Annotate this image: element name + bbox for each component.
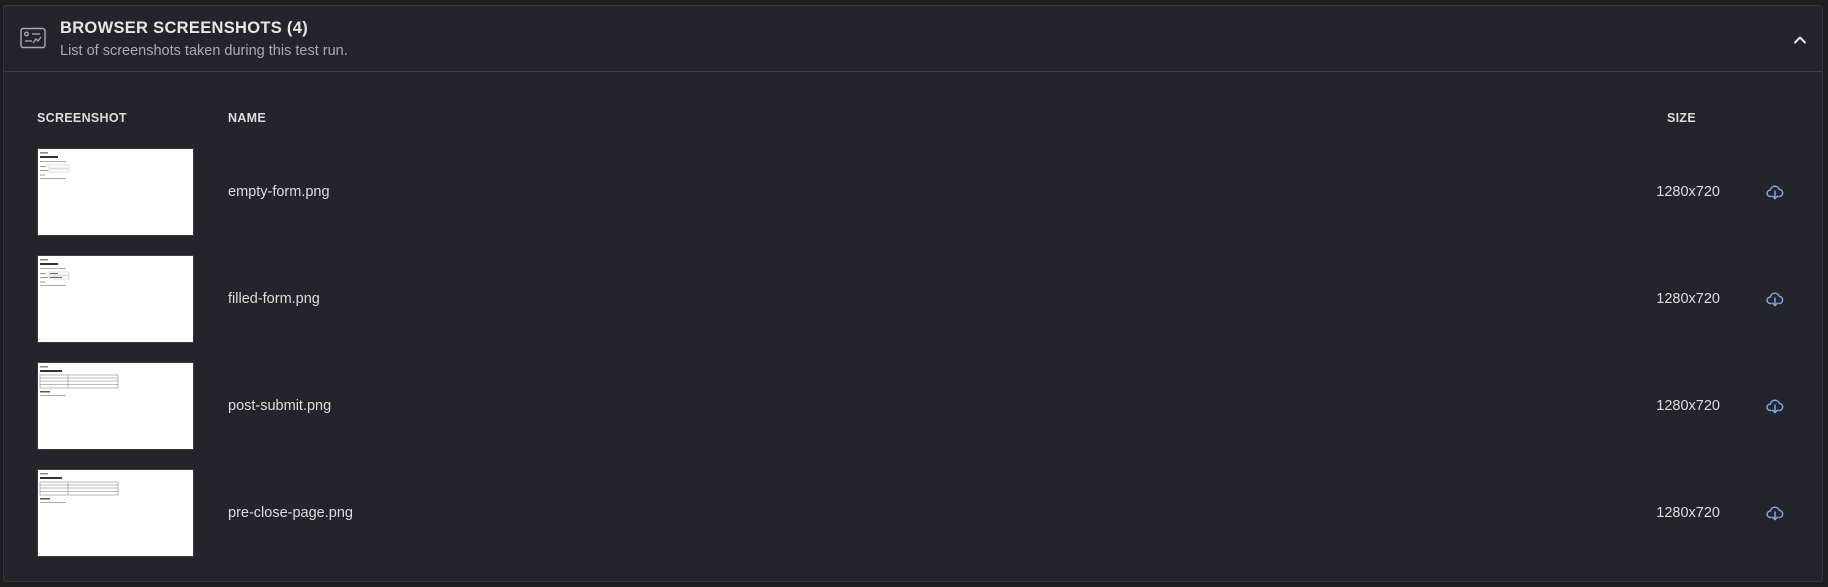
table-row: filled-form.png 1280x720 xyxy=(4,255,1822,347)
screenshot-thumbnail[interactable] xyxy=(37,148,194,236)
screenshot-name-link[interactable]: filled-form.png xyxy=(228,291,320,307)
download-button[interactable] xyxy=(1764,396,1786,416)
form-page-thumbnail xyxy=(40,259,70,286)
table-page-thumbnail xyxy=(39,366,119,396)
panel-title: BROWSER SCREENSHOTS (4) xyxy=(60,19,309,37)
screenshot-name-link[interactable]: pre-close-page.png xyxy=(228,505,353,521)
screenshot-size: 1280x720 xyxy=(1656,184,1720,200)
browser-screenshots-panel: BROWSER SCREENSHOTS (4) List of screensh… xyxy=(3,5,1823,582)
screenshot-thumbnail[interactable] xyxy=(37,469,194,557)
column-header-size: SIZE xyxy=(1667,111,1696,125)
cloud-download-icon xyxy=(1766,292,1784,307)
screenshot-size: 1280x720 xyxy=(1656,291,1720,307)
cloud-download-icon xyxy=(1766,506,1784,521)
screenshot-name-link[interactable]: post-submit.png xyxy=(228,398,331,414)
screenshot-thumbnail[interactable] xyxy=(37,362,194,450)
cloud-download-icon xyxy=(1766,399,1784,414)
download-button[interactable] xyxy=(1764,182,1786,202)
table-row: post-submit.png 1280x720 xyxy=(4,362,1822,454)
panel-header[interactable]: BROWSER SCREENSHOTS (4) List of screensh… xyxy=(4,6,1822,72)
download-button[interactable] xyxy=(1764,289,1786,309)
cloud-download-icon xyxy=(1766,185,1784,200)
table-row: pre-close-page.png 1280x720 xyxy=(4,469,1822,561)
chevron-up-icon xyxy=(1794,36,1806,44)
column-header-screenshot: SCREENSHOT xyxy=(37,111,127,125)
column-header-name: NAME xyxy=(228,111,267,125)
screenshot-name-link[interactable]: empty-form.png xyxy=(228,184,330,200)
screenshot-card-icon xyxy=(20,27,46,49)
screenshot-thumbnail[interactable] xyxy=(37,255,194,343)
download-button[interactable] xyxy=(1764,503,1786,523)
panel-subtitle: List of screenshots taken during this te… xyxy=(60,43,348,59)
form-page-thumbnail xyxy=(40,152,70,179)
screenshot-size: 1280x720 xyxy=(1656,505,1720,521)
collapse-button[interactable] xyxy=(1786,26,1814,54)
table-page-thumbnail xyxy=(39,473,119,503)
table-row: empty-form.png 1280x720 xyxy=(4,148,1822,240)
screenshot-size: 1280x720 xyxy=(1656,398,1720,414)
